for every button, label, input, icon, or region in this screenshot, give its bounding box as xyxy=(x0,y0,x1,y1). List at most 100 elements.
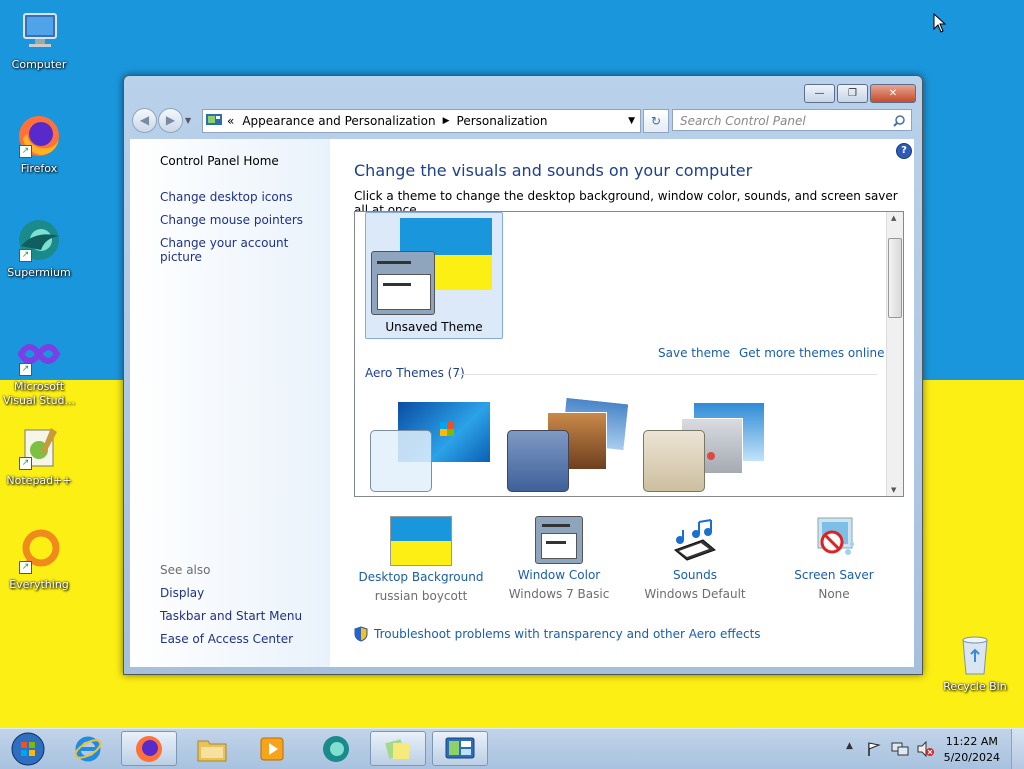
desktop-icon-computer[interactable]: Computer xyxy=(0,8,78,72)
window-color-item[interactable]: Window Color Windows 7 Basic xyxy=(494,516,624,601)
refresh-button[interactable]: ↻ xyxy=(643,109,669,133)
theme-list-scrollbar[interactable]: ▲ ▼ xyxy=(886,212,903,496)
address-bar[interactable]: « Appearance and Personalization ▶ Perso… xyxy=(202,109,641,133)
get-more-themes-link[interactable]: Get more themes online xyxy=(739,346,885,360)
scroll-down-icon[interactable]: ▼ xyxy=(891,486,896,494)
shield-icon xyxy=(354,626,368,642)
minimize-button[interactable]: — xyxy=(804,84,835,103)
desktop-icon-firefox[interactable]: ↗ Firefox xyxy=(0,112,78,176)
desktop-icon-label: Computer xyxy=(11,58,67,71)
taskbar-firefox[interactable] xyxy=(121,731,177,766)
sounds-item[interactable]: Sounds Windows Default xyxy=(630,516,760,601)
show-desktop-button[interactable] xyxy=(1011,729,1024,769)
sounds-value: Windows Default xyxy=(644,587,746,601)
desktop-background-label[interactable]: Desktop Background xyxy=(356,570,486,584)
breadcrumb-appearance[interactable]: Appearance and Personalization xyxy=(242,114,435,128)
desktop-icon-label: Notepad++ xyxy=(6,474,72,487)
window-color-label[interactable]: Window Color xyxy=(494,568,624,582)
change-mouse-pointers-link[interactable]: Change mouse pointers xyxy=(160,213,303,227)
taskbar-control-panel[interactable] xyxy=(432,731,488,766)
action-center-flag-icon[interactable] xyxy=(866,741,882,757)
visual-studio-icon: ↗ xyxy=(15,330,63,378)
breadcrumb-overflow[interactable]: « xyxy=(227,114,234,128)
window-color-icon xyxy=(535,516,583,564)
desktop-icon-label: Supermium xyxy=(7,266,71,279)
troubleshoot-row[interactable]: Troubleshoot problems with transparency … xyxy=(354,626,761,642)
unsaved-theme-tile[interactable]: Unsaved Theme xyxy=(365,212,503,339)
desktop-icon-label: Everything xyxy=(9,578,69,591)
forward-button[interactable]: ▶ xyxy=(158,108,183,133)
everything-icon: ↗ xyxy=(15,528,63,576)
close-button[interactable]: ✕ xyxy=(870,84,916,103)
main-pane: ? Change the visuals and sounds on your … xyxy=(330,139,914,667)
scroll-up-icon[interactable]: ▲ xyxy=(891,214,896,222)
aero-theme-characters[interactable] xyxy=(643,400,765,494)
shortcut-arrow-icon: ↗ xyxy=(19,457,32,470)
back-button[interactable]: ◀ xyxy=(132,108,157,133)
taskbar-sticky-notes[interactable] xyxy=(370,731,426,766)
desktop-icon-visual-studio[interactable]: ↗ Microsoft Visual Stud... xyxy=(0,330,78,408)
breadcrumb-personalization[interactable]: Personalization xyxy=(457,114,548,128)
show-hidden-icons-button[interactable]: ▲ xyxy=(846,741,853,751)
personalization-window: — ❐ ✕ ◀ ▶ ▼ « Appearance and Personaliza… xyxy=(123,75,923,675)
screen-saver-label[interactable]: Screen Saver xyxy=(769,568,899,582)
change-desktop-icons-link[interactable]: Change desktop icons xyxy=(160,190,293,204)
shortcut-arrow-icon: ↗ xyxy=(19,363,32,376)
desktop-icon-label: Microsoft Visual Stud... xyxy=(2,380,76,407)
unsaved-theme-label: Unsaved Theme xyxy=(385,320,483,334)
volume-muted-icon[interactable] xyxy=(916,741,934,757)
control-panel-icon xyxy=(445,737,475,758)
sounds-label[interactable]: Sounds xyxy=(630,568,760,582)
taskbar-start-menu-link[interactable]: Taskbar and Start Menu xyxy=(160,609,302,623)
firefox-icon xyxy=(136,735,162,762)
desktop-icon-everything[interactable]: ↗ Everything xyxy=(0,528,78,592)
screen-saver-icon xyxy=(817,517,854,555)
page-title: Change the visuals and sounds on your co… xyxy=(354,161,753,180)
display-link[interactable]: Display xyxy=(160,586,204,600)
troubleshoot-link[interactable]: Troubleshoot problems with transparency … xyxy=(374,627,761,641)
maximize-button[interactable]: ❐ xyxy=(837,84,868,103)
taskbar-media-player[interactable] xyxy=(244,731,300,766)
save-theme-link[interactable]: Save theme xyxy=(658,346,730,360)
help-icon[interactable]: ? xyxy=(896,143,912,159)
taskbar-file-explorer[interactable] xyxy=(184,731,240,766)
scrollbar-thumb[interactable] xyxy=(888,238,902,318)
start-button[interactable] xyxy=(2,731,54,766)
address-dropdown-icon[interactable]: ▼ xyxy=(628,116,635,126)
desktop-background-icon xyxy=(390,516,452,566)
taskbar-internet-explorer[interactable] xyxy=(60,731,116,766)
taskbar-supermium[interactable] xyxy=(308,731,364,766)
network-icon[interactable] xyxy=(891,741,909,757)
left-pane: Control Panel Home Change desktop icons … xyxy=(130,139,330,667)
desktop-icon-label: Recycle Bin xyxy=(943,680,1007,693)
desktop-icon-recycle-bin[interactable]: Recycle Bin xyxy=(936,630,1014,694)
aero-theme-architecture[interactable] xyxy=(507,396,630,494)
desktop-icon-notepadpp[interactable]: ↗ Notepad++ xyxy=(0,424,78,488)
breadcrumb-separator-icon[interactable]: ▶ xyxy=(443,116,450,126)
clock-time: 11:22 AM xyxy=(945,735,998,748)
screen-saver-item[interactable]: Screen Saver None xyxy=(769,516,899,601)
internet-explorer-icon xyxy=(74,736,102,761)
search-input[interactable]: Search Control Panel xyxy=(672,109,912,131)
sticky-notes-icon xyxy=(385,738,409,759)
system-clock[interactable]: 11:22 AM 5/20/2024 xyxy=(944,734,1000,766)
recent-pages-dropdown-icon[interactable]: ▼ xyxy=(185,116,191,125)
screen-saver-value: None xyxy=(818,587,850,601)
window-color-value: Windows 7 Basic xyxy=(508,587,610,601)
search-icon[interactable] xyxy=(893,115,905,127)
windows-logo-icon xyxy=(440,422,454,436)
window-controls: — ❐ ✕ xyxy=(804,84,916,103)
control-panel-icon xyxy=(206,114,222,125)
change-account-picture-link[interactable]: Change your account picture xyxy=(160,236,330,264)
shortcut-arrow-icon: ↗ xyxy=(19,561,32,574)
computer-icon xyxy=(15,8,63,56)
aero-theme-windows7[interactable] xyxy=(370,400,492,494)
desktop-icon-supermium[interactable]: ↗ Supermium xyxy=(0,216,78,280)
control-panel-home-link[interactable]: Control Panel Home xyxy=(160,154,279,168)
shortcut-arrow-icon: ↗ xyxy=(19,145,32,158)
theme-list[interactable]: Unsaved Theme Save theme Get more themes… xyxy=(354,211,904,497)
firefox-icon: ↗ xyxy=(15,112,63,160)
section-divider xyxy=(457,374,877,375)
desktop-background-item[interactable]: Desktop Background russian boycott xyxy=(356,516,486,603)
ease-of-access-link[interactable]: Ease of Access Center xyxy=(160,632,293,646)
